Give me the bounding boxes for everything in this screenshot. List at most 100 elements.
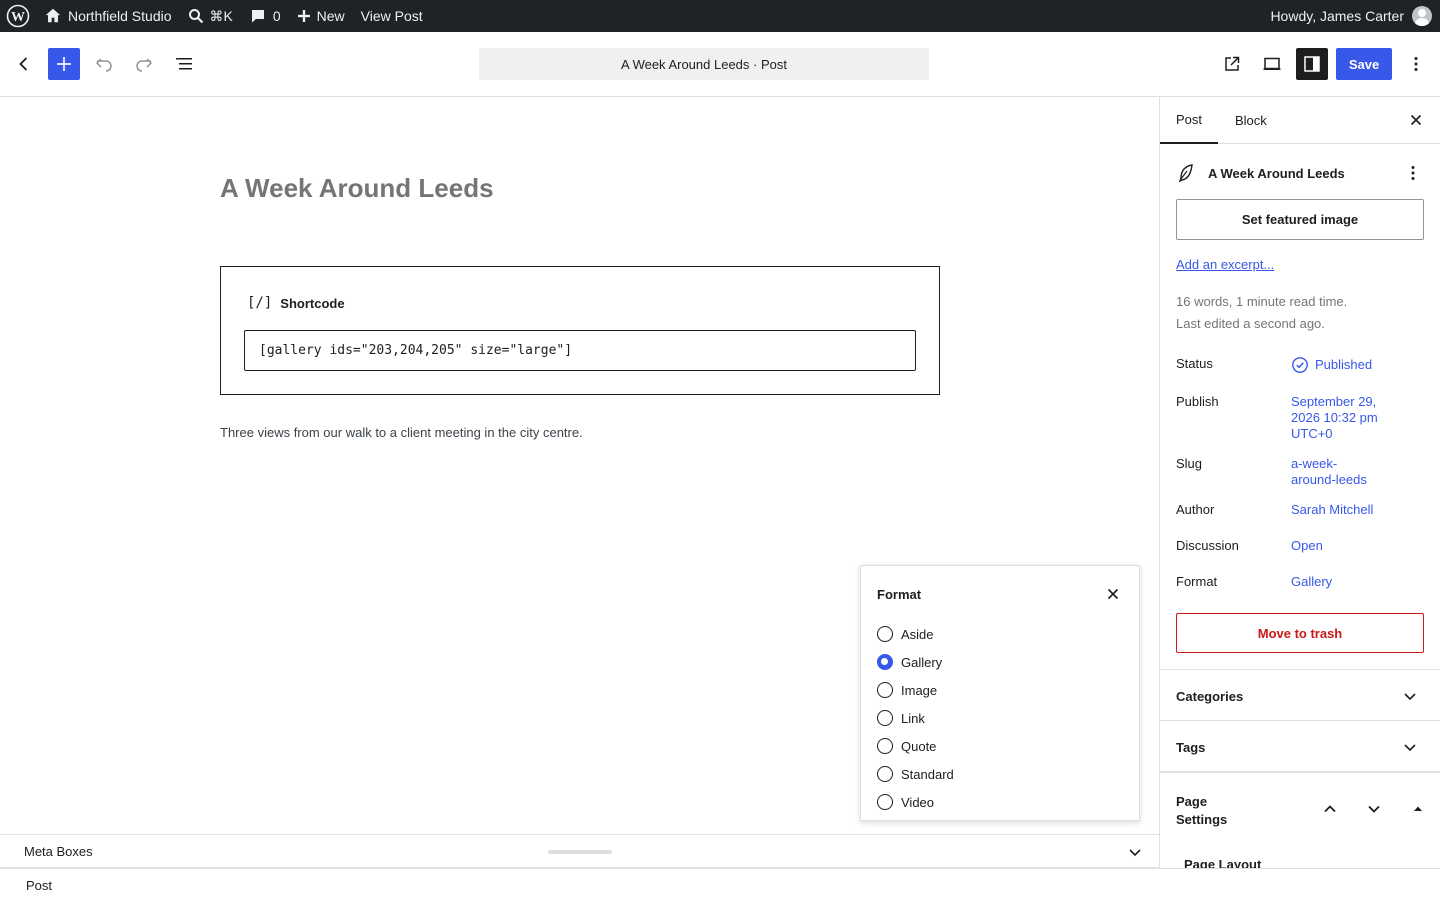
move-to-trash-button[interactable]: Move to trash: [1176, 613, 1424, 653]
format-popover-title: Format: [877, 587, 922, 602]
comments-link[interactable]: 0: [241, 0, 289, 32]
slug-value[interactable]: a-week-around-leeds: [1291, 456, 1381, 488]
sidebar-icon: [1304, 56, 1320, 72]
radio-button[interactable]: [877, 710, 893, 726]
tab-block[interactable]: Block: [1219, 97, 1283, 144]
document-overview-button[interactable]: [168, 48, 200, 80]
search-icon: [188, 9, 203, 24]
status-row: Status Published: [1176, 356, 1426, 376]
options-menu-button[interactable]: [1400, 48, 1432, 80]
publish-row: Publish September 29, 2026 10:32 pm UTC+…: [1176, 394, 1426, 442]
avatar: [1412, 6, 1432, 26]
move-up-button[interactable]: [1320, 799, 1340, 819]
post-meta-info: 16 words, 1 minute read time. Last edite…: [1176, 291, 1347, 335]
categories-panel[interactable]: Categories: [1160, 669, 1440, 721]
triangle-up-icon: [1414, 806, 1422, 811]
format-option-label: Quote: [901, 738, 937, 754]
chevron-down-icon: [1129, 849, 1141, 857]
set-featured-image-button[interactable]: Set featured image: [1176, 199, 1424, 240]
new-label: New: [316, 8, 345, 24]
paragraph-block[interactable]: Three views from our walk to a client me…: [220, 425, 583, 440]
format-option-label: Standard: [901, 766, 954, 782]
device-preview-button[interactable]: [1256, 48, 1288, 80]
document-title-bar[interactable]: A Week Around Leeds · Post: [479, 48, 929, 80]
author-value[interactable]: Sarah Mitchell: [1291, 502, 1421, 518]
tags-panel[interactable]: Tags: [1160, 720, 1440, 772]
tab-post[interactable]: Post: [1160, 97, 1219, 144]
format-option-link[interactable]: Link: [877, 704, 954, 732]
undo-button[interactable]: [88, 48, 120, 80]
meta-boxes-toggle[interactable]: [1125, 842, 1145, 862]
view-post-link[interactable]: View Post: [353, 0, 431, 32]
breadcrumb[interactable]: Post: [26, 878, 52, 893]
publish-date[interactable]: September 29, 2026 10:32 pm UTC+0: [1291, 394, 1391, 442]
move-down-button[interactable]: [1364, 799, 1384, 819]
command-palette-link[interactable]: ⌘K: [180, 0, 241, 32]
redo-icon: [136, 58, 153, 72]
categories-toggle[interactable]: [1400, 686, 1420, 706]
format-popover-close-button[interactable]: [1103, 584, 1123, 604]
radio-button[interactable]: [877, 794, 893, 810]
save-button[interactable]: Save: [1336, 48, 1392, 80]
format-option-quote[interactable]: Quote: [877, 732, 954, 760]
new-content-link[interactable]: New: [289, 0, 353, 32]
post-title[interactable]: A Week Around Leeds: [220, 173, 494, 204]
svg-text:W: W: [11, 10, 25, 25]
page-layout-label: Page Layout: [1184, 857, 1262, 868]
radio-button[interactable]: [877, 626, 893, 642]
word-count: 16 words, 1 minute read time.: [1176, 294, 1348, 309]
settings-toggle-button[interactable]: [1296, 48, 1328, 80]
collapse-toggle[interactable]: [1410, 799, 1426, 819]
slug-row: Slug a-week-around-leeds: [1176, 456, 1426, 488]
format-value[interactable]: Gallery: [1291, 574, 1421, 590]
radio-button[interactable]: [877, 682, 893, 698]
chevron-left-icon: [19, 57, 28, 71]
chevron-down-icon: [1404, 693, 1416, 701]
author-row: Author Sarah Mitchell: [1176, 502, 1426, 522]
status-text: Published: [1315, 357, 1373, 372]
my-account[interactable]: Howdy, James Carter: [1270, 6, 1440, 26]
close-icon: [1410, 114, 1422, 126]
command-shortcut: ⌘K: [209, 7, 233, 24]
wordpress-logo[interactable]: W: [2, 0, 36, 32]
format-row: Format Gallery: [1176, 574, 1426, 594]
sidebar-tabs: Post Block: [1160, 97, 1440, 144]
add-excerpt-link[interactable]: Add an excerpt...: [1176, 257, 1274, 272]
status-value[interactable]: Published: [1291, 356, 1421, 374]
page-settings-title: Page Settings: [1176, 794, 1228, 827]
close-sidebar-button[interactable]: [1406, 110, 1426, 130]
howdy-text: Howdy, James Carter: [1270, 8, 1404, 24]
post-card: A Week Around Leeds: [1176, 161, 1426, 185]
last-edited: Last edited a second ago.: [1176, 316, 1325, 331]
external-link-icon: [1225, 56, 1240, 71]
shortcode-block-label: [/] Shortcode: [247, 295, 345, 311]
plus-icon: [297, 10, 310, 22]
meta-boxes-bar: Meta Boxes: [0, 834, 1159, 868]
format-option-aside[interactable]: Aside: [877, 620, 954, 648]
radio-button[interactable]: [877, 738, 893, 754]
shortcode-input[interactable]: [gallery ids="203,204,205" size="large"]: [244, 330, 916, 371]
site-name: Northfield Studio: [68, 8, 172, 24]
redo-button[interactable]: [128, 48, 160, 80]
shortcode-block[interactable]: [/] Shortcode [gallery ids="203,204,205"…: [220, 266, 940, 395]
admin-bar: W Northfield Studio ⌘K 0 New View Post H…: [0, 0, 1440, 32]
chevron-up-icon: [1324, 805, 1336, 813]
format-option-video[interactable]: Video: [877, 788, 954, 816]
format-option-standard[interactable]: Standard: [877, 760, 954, 788]
back-button[interactable]: [8, 48, 40, 80]
site-name-link[interactable]: Northfield Studio: [36, 0, 180, 32]
block-inserter-button[interactable]: [48, 48, 80, 80]
discussion-value[interactable]: Open: [1291, 538, 1421, 554]
format-option-gallery[interactable]: Gallery: [877, 648, 954, 676]
feather-icon: [1178, 164, 1193, 183]
radio-button[interactable]: [877, 654, 893, 670]
format-option-image[interactable]: Image: [877, 676, 954, 704]
list-view-icon: [176, 58, 192, 70]
view-post-button[interactable]: [1216, 48, 1248, 80]
post-actions-button[interactable]: [1403, 161, 1423, 185]
tags-toggle[interactable]: [1400, 737, 1420, 757]
resize-handle[interactable]: [548, 850, 612, 854]
editor-header: A Week Around Leeds · Post Save: [0, 32, 1440, 97]
radio-button[interactable]: [877, 766, 893, 782]
tags-panel-title: Tags: [1176, 740, 1206, 755]
